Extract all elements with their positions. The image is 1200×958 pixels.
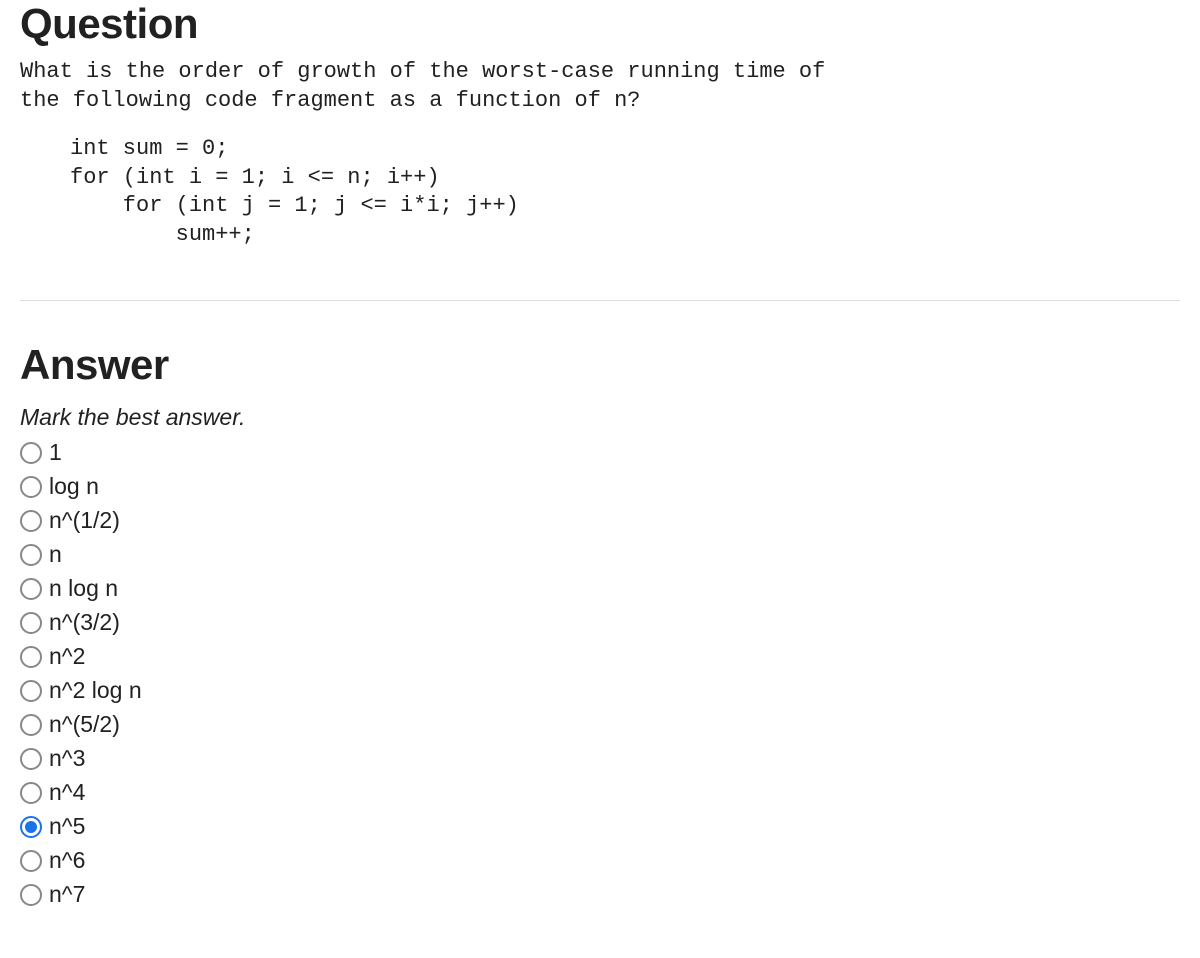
option-label: n^(3/2): [49, 609, 120, 636]
option-row[interactable]: n^(5/2): [20, 708, 1180, 742]
section-divider: [20, 300, 1180, 301]
option-row[interactable]: 1: [20, 436, 1180, 470]
option-row[interactable]: n^4: [20, 776, 1180, 810]
option-label: n: [49, 541, 62, 568]
radio-button[interactable]: [20, 646, 42, 668]
radio-button[interactable]: [20, 782, 42, 804]
answer-heading: Answer: [20, 341, 1180, 389]
radio-button[interactable]: [20, 850, 42, 872]
code-fragment: int sum = 0; for (int i = 1; i <= n; i++…: [20, 135, 1180, 249]
radio-button[interactable]: [20, 442, 42, 464]
option-row[interactable]: n^(1/2): [20, 504, 1180, 538]
option-row[interactable]: n: [20, 538, 1180, 572]
radio-button[interactable]: [20, 748, 42, 770]
option-label: n^4: [49, 779, 85, 806]
radio-button[interactable]: [20, 578, 42, 600]
option-label: 1: [49, 439, 62, 466]
option-row[interactable]: n^(3/2): [20, 606, 1180, 640]
option-label: n^3: [49, 745, 85, 772]
radio-button[interactable]: [20, 884, 42, 906]
radio-button[interactable]: [20, 544, 42, 566]
option-label: n^5: [49, 813, 85, 840]
option-label: n log n: [49, 575, 118, 602]
radio-button[interactable]: [20, 612, 42, 634]
option-row[interactable]: n^2 log n: [20, 674, 1180, 708]
radio-button[interactable]: [20, 510, 42, 532]
radio-button[interactable]: [20, 680, 42, 702]
option-row[interactable]: n^5: [20, 810, 1180, 844]
option-label: n^2: [49, 643, 85, 670]
answer-instruction: Mark the best answer.: [20, 404, 1180, 431]
option-label: n^7: [49, 881, 85, 908]
radio-button[interactable]: [20, 476, 42, 498]
option-row[interactable]: n^7: [20, 878, 1180, 912]
option-label: n^(1/2): [49, 507, 120, 534]
option-label: log n: [49, 473, 99, 500]
option-label: n^6: [49, 847, 85, 874]
option-label: n^2 log n: [49, 677, 142, 704]
option-row[interactable]: n^3: [20, 742, 1180, 776]
option-row[interactable]: n^6: [20, 844, 1180, 878]
question-heading: Question: [20, 0, 1180, 48]
option-row[interactable]: n^2: [20, 640, 1180, 674]
option-row[interactable]: log n: [20, 470, 1180, 504]
question-text: What is the order of growth of the worst…: [20, 58, 1180, 115]
option-row[interactable]: n log n: [20, 572, 1180, 606]
option-label: n^(5/2): [49, 711, 120, 738]
radio-button[interactable]: [20, 714, 42, 736]
radio-button[interactable]: [20, 816, 42, 838]
answer-options: 1 log n n^(1/2) n n log n n^(3/2) n^2 n^2 log n…: [20, 436, 1180, 912]
